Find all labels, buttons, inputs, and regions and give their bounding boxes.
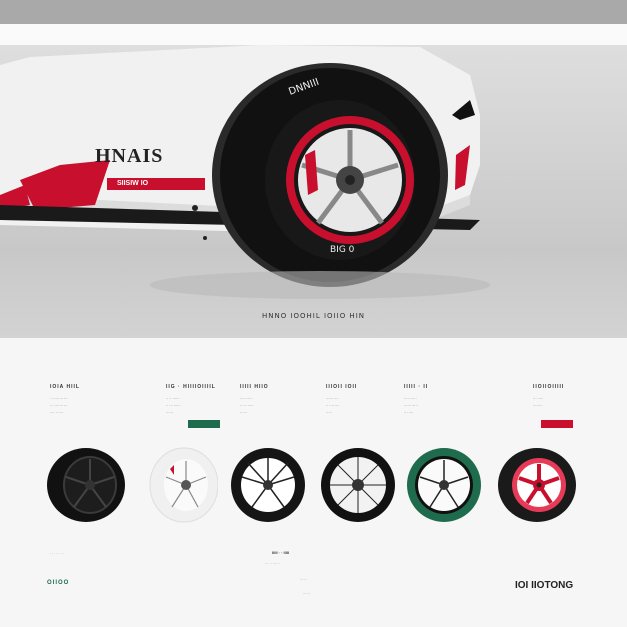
footer-subtext: ······ bbox=[300, 578, 307, 582]
wheel-image[interactable] bbox=[320, 447, 396, 523]
footer-subtext: ··· ·· ······ bbox=[265, 562, 280, 566]
wheel-image[interactable] bbox=[148, 447, 218, 523]
product-card[interactable]: IIIII · II ····· ····· ······ ····· ·· ·… bbox=[404, 384, 480, 417]
wheel-image[interactable] bbox=[230, 447, 306, 523]
product-title: IIG · HIIIIOIIIIL bbox=[166, 384, 216, 390]
product-desc: ····· ····· ······ ····· ·· ····· bbox=[404, 397, 418, 415]
product-title: IOIA HIIL bbox=[50, 384, 80, 390]
wheel-image[interactable] bbox=[497, 447, 577, 523]
product-desc: ····· ····· ·· ··· ····· ······ bbox=[240, 397, 254, 415]
product-desc: · ······ ······ ·· ····· ······ ···· ·· … bbox=[50, 397, 68, 415]
footer-subtext: ······ bbox=[303, 592, 310, 596]
product-card[interactable]: IIOIIOIIIII ··· ····· ······· · bbox=[533, 384, 609, 428]
product-card[interactable]: IIIII HIIO ····· ····· ·· ··· ····· ····… bbox=[240, 384, 316, 417]
product-desc: ·· ·· ······ ·· ··· ······ ······ bbox=[166, 397, 181, 415]
wheel-image[interactable] bbox=[406, 447, 482, 523]
footer-heading: IIIII · · IIIII bbox=[272, 550, 290, 555]
product-desc: ··· ····· ······· · bbox=[533, 397, 544, 408]
footer-note: · · · · · · · bbox=[50, 552, 64, 556]
product-desc: ······ ···· ·· ···· ···· ····· bbox=[326, 397, 340, 415]
footer-brand: IOI IIOTONG bbox=[515, 580, 574, 591]
wheel-image[interactable] bbox=[46, 447, 126, 523]
hero-caption: HNNO IOOHIL IOIIO HIN bbox=[261, 312, 365, 320]
nav-bar: ······ ······ ····· ······ ····· ·······… bbox=[0, 24, 627, 63]
product-cta-button[interactable] bbox=[541, 420, 573, 428]
car-stripe-label: SIISIW IO bbox=[107, 178, 205, 190]
tire-sidewall-text: BIG 0 bbox=[330, 245, 355, 255]
product-card[interactable]: IIG · HIIIIOIIIIL ·· ·· ······ ·· ··· ··… bbox=[166, 384, 242, 428]
product-title: IIIOII IOII bbox=[326, 384, 358, 390]
car-badge-text: HNAIS bbox=[95, 145, 164, 167]
hero-car-illustration: DNNIII BIG 0 bbox=[0, 45, 490, 299]
top-gray-band bbox=[0, 0, 627, 24]
product-card[interactable]: IOIA HIIL · ······ ······ ·· ····· ·····… bbox=[50, 384, 126, 417]
product-title: IIIII HIIO bbox=[240, 384, 269, 390]
product-title: IIIII · II bbox=[404, 384, 429, 390]
product-title: IIOIIOIIIII bbox=[533, 384, 565, 390]
hero-banner: DNNIII BIG 0 HNAIS SIISIW IO bbox=[0, 45, 627, 338]
product-card[interactable]: IIIOII IOII ······ ···· ·· ···· ···· ···… bbox=[326, 384, 402, 417]
footer-left-label[interactable]: OIIOO bbox=[47, 580, 69, 586]
product-cta-button[interactable] bbox=[188, 420, 220, 428]
